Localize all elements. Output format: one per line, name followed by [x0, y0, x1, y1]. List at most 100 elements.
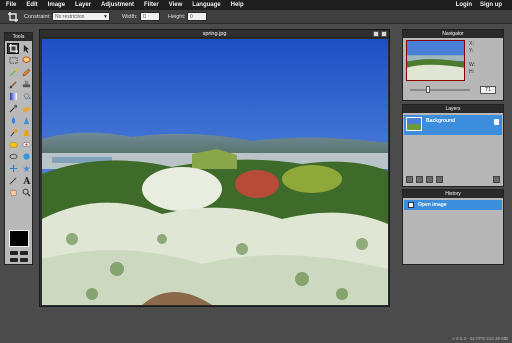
menu-language[interactable]: Language — [187, 0, 225, 10]
tools-title: Tools — [5, 33, 32, 41]
primary-color-swatch[interactable] — [9, 230, 29, 247]
menu-filter[interactable]: Filter — [139, 0, 164, 10]
tools-panel: Tools A — [4, 32, 33, 265]
menu-image[interactable]: Image — [43, 0, 70, 10]
hand-icon — [10, 189, 16, 197]
menu-file[interactable]: File — [0, 0, 21, 10]
spot-heal-tool[interactable] — [7, 151, 19, 162]
layer-thumbnail — [406, 117, 422, 131]
zoom-tool[interactable] — [20, 187, 32, 198]
pinch2-tool[interactable] — [20, 163, 32, 174]
constraint-label: Constraint: — [24, 13, 51, 20]
image-window: spring.jpg — [39, 29, 390, 307]
dodge-icon — [9, 128, 17, 137]
window-controls — [373, 31, 387, 37]
wand-tool[interactable] — [7, 67, 19, 78]
signup-link[interactable]: Sign up — [476, 0, 506, 10]
reset-colors-button[interactable] — [20, 251, 28, 255]
hand-tool[interactable] — [7, 187, 19, 198]
drop-tool[interactable] — [7, 115, 19, 126]
lasso-icon — [21, 56, 31, 63]
color-options — [9, 251, 29, 263]
layer-style-button[interactable] — [416, 176, 423, 183]
zoom-input[interactable]: 71 — [480, 86, 496, 94]
layers-title: Layers — [403, 105, 503, 113]
marquee-tool[interactable] — [7, 55, 19, 66]
lock-icon[interactable] — [494, 119, 499, 125]
history-item[interactable]: Open image — [404, 200, 502, 210]
pen-tool[interactable] — [7, 175, 19, 186]
width-field[interactable]: 0 — [140, 12, 160, 21]
lasso-tool[interactable] — [20, 55, 32, 66]
white-blossom-bush — [142, 167, 222, 211]
menu-view[interactable]: View — [164, 0, 188, 10]
move-tool[interactable] — [20, 43, 32, 54]
paint-bucket-icon — [23, 92, 31, 100]
red-shrub — [235, 170, 279, 198]
constraint-value: No restriction — [55, 14, 85, 20]
layer-actions — [406, 176, 443, 183]
svg-text:A: A — [22, 177, 31, 185]
navigator-title: Navigator — [403, 30, 503, 38]
crop-icon — [8, 44, 18, 53]
status-text: v 4.5.3 - 61 FPS 210.36 MB — [452, 336, 508, 341]
zoom-slider-handle[interactable] — [426, 86, 430, 93]
image-canvas[interactable] — [42, 39, 388, 305]
pinch-tool[interactable] — [7, 163, 19, 174]
image-window-title: spring.jpg — [40, 30, 389, 38]
swap-colors-button[interactable] — [10, 251, 18, 255]
pencil-tool[interactable] — [20, 67, 32, 78]
tool-grid: A — [5, 41, 32, 198]
menu-layer[interactable]: Layer — [70, 0, 96, 10]
clone-tool[interactable] — [20, 79, 32, 90]
account-links: Login Sign up — [452, 0, 506, 10]
y-label: Y: — [469, 48, 474, 54]
layer-settings-button[interactable] — [406, 176, 413, 183]
history-panel: History Open image — [402, 189, 504, 265]
trash-icon[interactable] — [493, 176, 500, 183]
sharpen-icon — [23, 116, 29, 125]
history-title: History — [403, 190, 503, 198]
bloat-tool[interactable] — [20, 151, 32, 162]
mask-button[interactable] — [20, 258, 28, 262]
gradient-tool[interactable] — [7, 91, 19, 102]
picker-tool[interactable] — [7, 103, 19, 114]
sponge-icon — [9, 142, 17, 148]
clone-stamp-icon — [22, 80, 30, 88]
layer-name: Background — [426, 118, 456, 124]
menu-edit[interactable]: Edit — [21, 0, 42, 10]
bucket-tool[interactable] — [20, 91, 32, 102]
layer-mask-button[interactable] — [426, 176, 433, 183]
navigator-panel: Navigator X: Y: W: H: 71 — [402, 29, 504, 101]
star-icon — [22, 164, 30, 173]
yellow-shrub — [282, 165, 342, 193]
type-tool[interactable]: A — [20, 175, 32, 186]
redeye-tool[interactable] — [20, 139, 32, 150]
layer-row[interactable]: Background — [404, 115, 502, 135]
x-label: X: — [469, 41, 475, 47]
chevron-down-icon: ▼ — [103, 14, 108, 20]
brush-tool[interactable] — [7, 79, 19, 90]
constraint-select[interactable]: No restriction ▼ — [52, 12, 110, 21]
dodge-tool[interactable] — [7, 127, 19, 138]
maximize-button[interactable] — [373, 31, 379, 37]
new-layer-button[interactable] — [436, 176, 443, 183]
close-button[interactable] — [381, 31, 387, 37]
navigator-thumbnail[interactable] — [406, 40, 465, 81]
menu-bar: File Edit Image Layer Adjustment Filter … — [0, 0, 512, 10]
burn-hand-icon — [23, 129, 29, 137]
burn-tool[interactable] — [20, 127, 32, 138]
menu-help[interactable]: Help — [226, 0, 249, 10]
height-field[interactable]: 0 — [187, 12, 207, 21]
eraser-tool[interactable] — [20, 103, 32, 114]
sponge-tool[interactable] — [7, 139, 19, 150]
login-link[interactable]: Login — [452, 0, 476, 10]
zoom-slider-track[interactable] — [410, 89, 470, 91]
sharpen-tool[interactable] — [20, 115, 32, 126]
height-label: Height: — [168, 13, 186, 20]
crop-icon — [8, 12, 18, 22]
crop-tool[interactable] — [7, 43, 19, 54]
palette-button[interactable] — [10, 258, 18, 262]
menu-adjustment[interactable]: Adjustment — [96, 0, 139, 10]
color-picker-icon — [9, 104, 17, 113]
